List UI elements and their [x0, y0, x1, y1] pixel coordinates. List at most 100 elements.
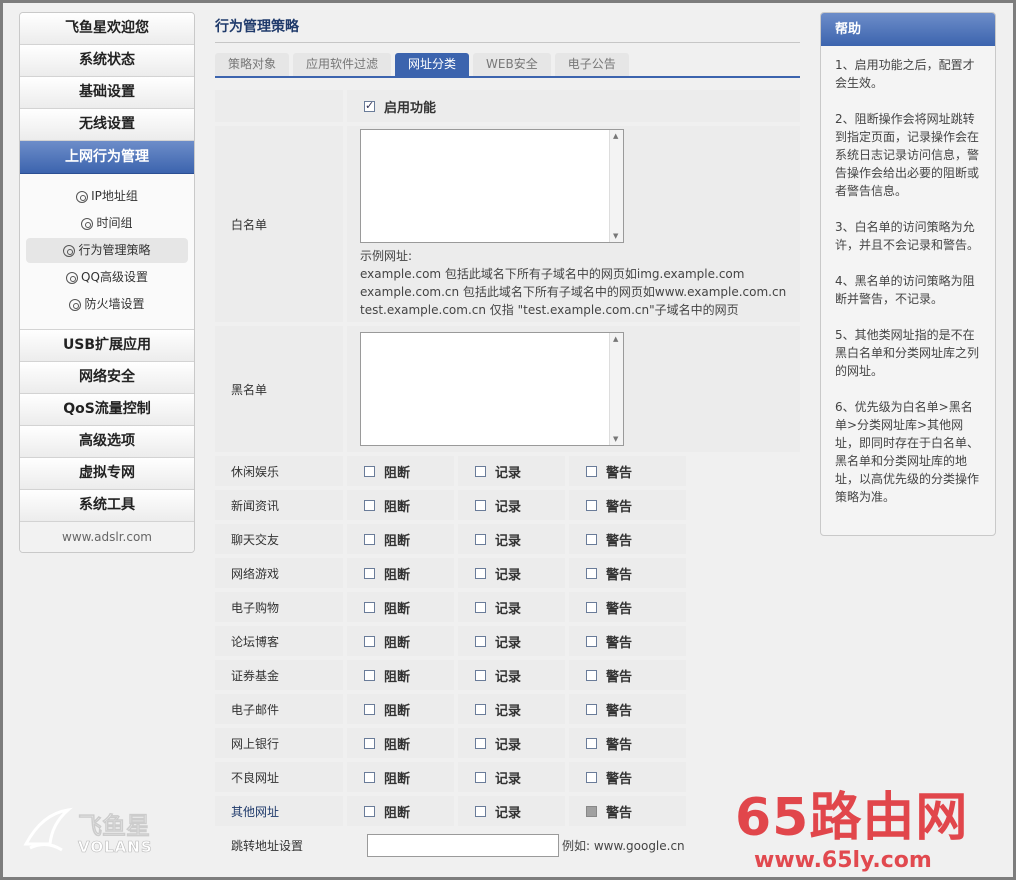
nav-item-welcome[interactable]: 飞鱼星欢迎您: [20, 13, 194, 45]
nav-item-qos[interactable]: QoS流量控制: [20, 394, 194, 426]
warn-cell: 警告: [569, 490, 686, 520]
block-cell: 阻断: [347, 558, 454, 588]
redirect-cell: 例如: www.google.cn: [347, 830, 800, 860]
bullet-icon: [81, 217, 94, 230]
warn-checkbox[interactable]: [586, 533, 597, 545]
warn-checkbox[interactable]: [586, 703, 597, 715]
page-title: 行为管理策略: [215, 12, 800, 43]
scroll-up-icon[interactable]: ▲: [613, 335, 618, 343]
block-checkbox[interactable]: [364, 737, 375, 749]
redirect-url-input[interactable]: [367, 833, 559, 857]
warn-checkbox[interactable]: [586, 635, 597, 647]
warn-checkbox[interactable]: [586, 465, 597, 477]
sub-item-time-group[interactable]: 时间组: [26, 211, 188, 236]
sub-item-policy[interactable]: 行为管理策略: [26, 238, 188, 263]
nav-item-system-tools[interactable]: 系统工具: [20, 490, 194, 522]
sub-item-firewall[interactable]: 防火墙设置: [26, 292, 188, 317]
block-cell: 阻断: [347, 456, 454, 486]
log-label: 记录: [495, 499, 522, 515]
block-label: 阻断: [384, 499, 411, 515]
block-cell: 阻断: [347, 762, 454, 792]
sidebar-footer-link[interactable]: www.adslr.com: [20, 522, 194, 552]
log-checkbox[interactable]: [475, 499, 486, 511]
category-row: 不良网址 阻断 记录 警告: [215, 762, 800, 792]
sub-item-label: IP地址组: [91, 189, 138, 203]
warn-checkbox[interactable]: [586, 771, 597, 783]
warn-checkbox[interactable]: [586, 499, 597, 511]
help-item: 3、白名单的访问策略为允许，并且不会记录和警告。: [835, 220, 980, 252]
log-checkbox[interactable]: [475, 465, 486, 477]
warn-checkbox[interactable]: [586, 669, 597, 681]
category-label: 新闻资讯: [215, 490, 343, 520]
warn-label: 警告: [606, 805, 633, 821]
block-checkbox[interactable]: [364, 635, 375, 647]
enable-checkbox[interactable]: [364, 99, 375, 112]
nav-item-advanced[interactable]: 高级选项: [20, 426, 194, 458]
log-cell: 记录: [458, 660, 565, 690]
tab-web-security[interactable]: WEB安全: [473, 53, 551, 76]
block-checkbox[interactable]: [364, 703, 375, 715]
nav-item-wireless[interactable]: 无线设置: [20, 109, 194, 141]
nav-item-basic-settings[interactable]: 基础设置: [20, 77, 194, 109]
tab-policy-object[interactable]: 策略对象: [215, 53, 290, 76]
block-checkbox[interactable]: [364, 567, 375, 579]
block-checkbox[interactable]: [364, 771, 375, 783]
block-checkbox[interactable]: [364, 669, 375, 681]
warn-label: 警告: [606, 703, 633, 719]
warn-label: 警告: [606, 465, 633, 481]
block-label: 阻断: [384, 465, 411, 481]
log-label: 记录: [495, 703, 522, 719]
warn-label: 警告: [606, 533, 633, 549]
nav-item-system-status[interactable]: 系统状态: [20, 45, 194, 77]
scrollbar[interactable]: ▲ ▼: [609, 333, 623, 445]
log-checkbox[interactable]: [475, 601, 486, 613]
scroll-down-icon[interactable]: ▼: [613, 435, 618, 443]
log-checkbox[interactable]: [475, 635, 486, 647]
log-checkbox[interactable]: [475, 669, 486, 681]
warn-checkbox[interactable]: [586, 567, 597, 579]
warn-cell: 警告: [569, 660, 686, 690]
category-label: 电子购物: [215, 592, 343, 622]
help-item: 5、其他类网址指的是不在黑白名单和分类网址库之列的网址。: [835, 328, 980, 378]
log-checkbox[interactable]: [475, 533, 486, 545]
log-cell: 记录: [458, 626, 565, 656]
nav-item-behavior-management[interactable]: 上网行为管理: [20, 141, 194, 174]
nav-item-network-security[interactable]: 网络安全: [20, 362, 194, 394]
scrollbar[interactable]: ▲ ▼: [609, 130, 623, 242]
warn-checkbox[interactable]: [586, 737, 597, 749]
tab-bulletin[interactable]: 电子公告: [554, 53, 629, 76]
tab-url-category[interactable]: 网址分类: [395, 53, 470, 76]
log-checkbox[interactable]: [475, 771, 486, 783]
whitelist-textarea[interactable]: [360, 129, 624, 243]
scroll-up-icon[interactable]: ▲: [613, 132, 618, 140]
sub-item-qq[interactable]: QQ高级设置: [26, 265, 188, 290]
bullet-icon: [76, 190, 89, 203]
warn-cell: 警告: [569, 456, 686, 486]
help-title: 帮助: [821, 13, 995, 46]
log-checkbox[interactable]: [475, 703, 486, 715]
warn-label: 警告: [606, 601, 633, 617]
log-checkbox[interactable]: [475, 805, 486, 817]
warn-checkbox[interactable]: [586, 805, 597, 817]
block-checkbox[interactable]: [364, 601, 375, 613]
block-checkbox[interactable]: [364, 499, 375, 511]
log-checkbox[interactable]: [475, 737, 486, 749]
category-row: 聊天交友 阻断 记录 警告: [215, 524, 800, 554]
warn-cell: 警告: [569, 592, 686, 622]
warn-cell: 警告: [569, 762, 686, 792]
warn-checkbox[interactable]: [586, 601, 597, 613]
block-checkbox[interactable]: [364, 805, 375, 817]
category-row: 休闲娱乐 阻断 记录 警告: [215, 456, 800, 486]
warn-cell: 警告: [569, 626, 686, 656]
nav-item-vpn[interactable]: 虚拟专网: [20, 458, 194, 490]
block-checkbox[interactable]: [364, 533, 375, 545]
category-row: 电子购物 阻断 记录 警告: [215, 592, 800, 622]
scroll-down-icon[interactable]: ▼: [613, 232, 618, 240]
nav-item-usb[interactable]: USB扩展应用: [20, 330, 194, 362]
tab-app-filter[interactable]: 应用软件过滤: [293, 53, 392, 76]
category-list: 休闲娱乐 阻断 记录 警告 新闻资讯 阻断 记录 警告 聊天交友 阻断 记录 警…: [215, 456, 800, 826]
log-checkbox[interactable]: [475, 567, 486, 579]
block-checkbox[interactable]: [364, 465, 375, 477]
blacklist-textarea[interactable]: [360, 332, 624, 446]
sub-item-ip-group[interactable]: IP地址组: [26, 184, 188, 209]
